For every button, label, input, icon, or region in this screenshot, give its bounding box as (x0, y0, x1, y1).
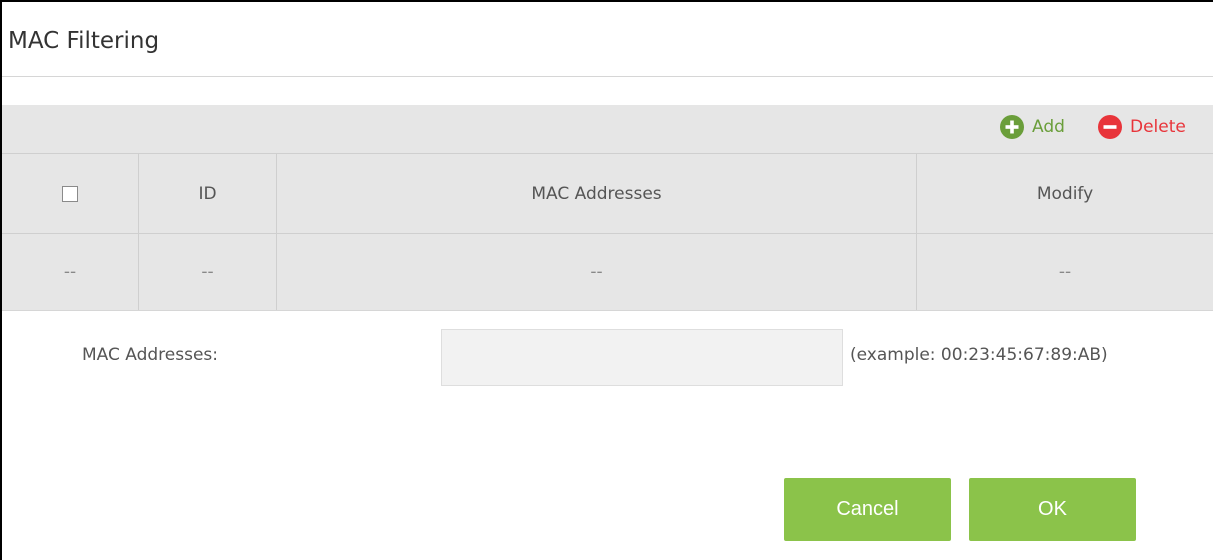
cancel-button[interactable]: Cancel (784, 478, 951, 541)
select-all-checkbox[interactable] (62, 185, 78, 202)
ok-button[interactable]: OK (969, 478, 1136, 541)
table-toolbar: Add Delete (2, 105, 1213, 153)
row-mac-cell: -- (276, 234, 916, 310)
row-modify-cell: -- (916, 234, 1213, 310)
column-header-mac-addresses: MAC Addresses (276, 154, 916, 233)
column-header-modify: Modify (916, 154, 1213, 233)
table-row: -- -- -- -- (2, 234, 1213, 310)
table-header-row: ID MAC Addresses Modify (2, 154, 1213, 233)
add-label: Add (1032, 117, 1065, 137)
plus-circle-icon (1000, 115, 1024, 139)
mac-address-input[interactable] (441, 329, 843, 386)
mac-filter-table: Add Delete ID MAC Addresses Modify -- --… (2, 105, 1213, 310)
delete-button[interactable]: Delete (1098, 112, 1186, 142)
add-button[interactable]: Add (1000, 112, 1065, 142)
page-title: MAC Filtering (8, 28, 160, 54)
row-id-cell: -- (138, 234, 276, 310)
mac-address-label: MAC Addresses: (82, 345, 219, 365)
minus-circle-icon (1098, 115, 1122, 139)
delete-label: Delete (1130, 117, 1186, 137)
title-divider (2, 76, 1213, 77)
header-select-all-cell (2, 154, 138, 233)
column-header-id: ID (138, 154, 276, 233)
table-bottom-divider (2, 310, 1213, 311)
mac-address-example-hint: (example: 00:23:45:67:89:AB) (850, 345, 1108, 365)
row-select-cell: -- (63, 262, 77, 282)
